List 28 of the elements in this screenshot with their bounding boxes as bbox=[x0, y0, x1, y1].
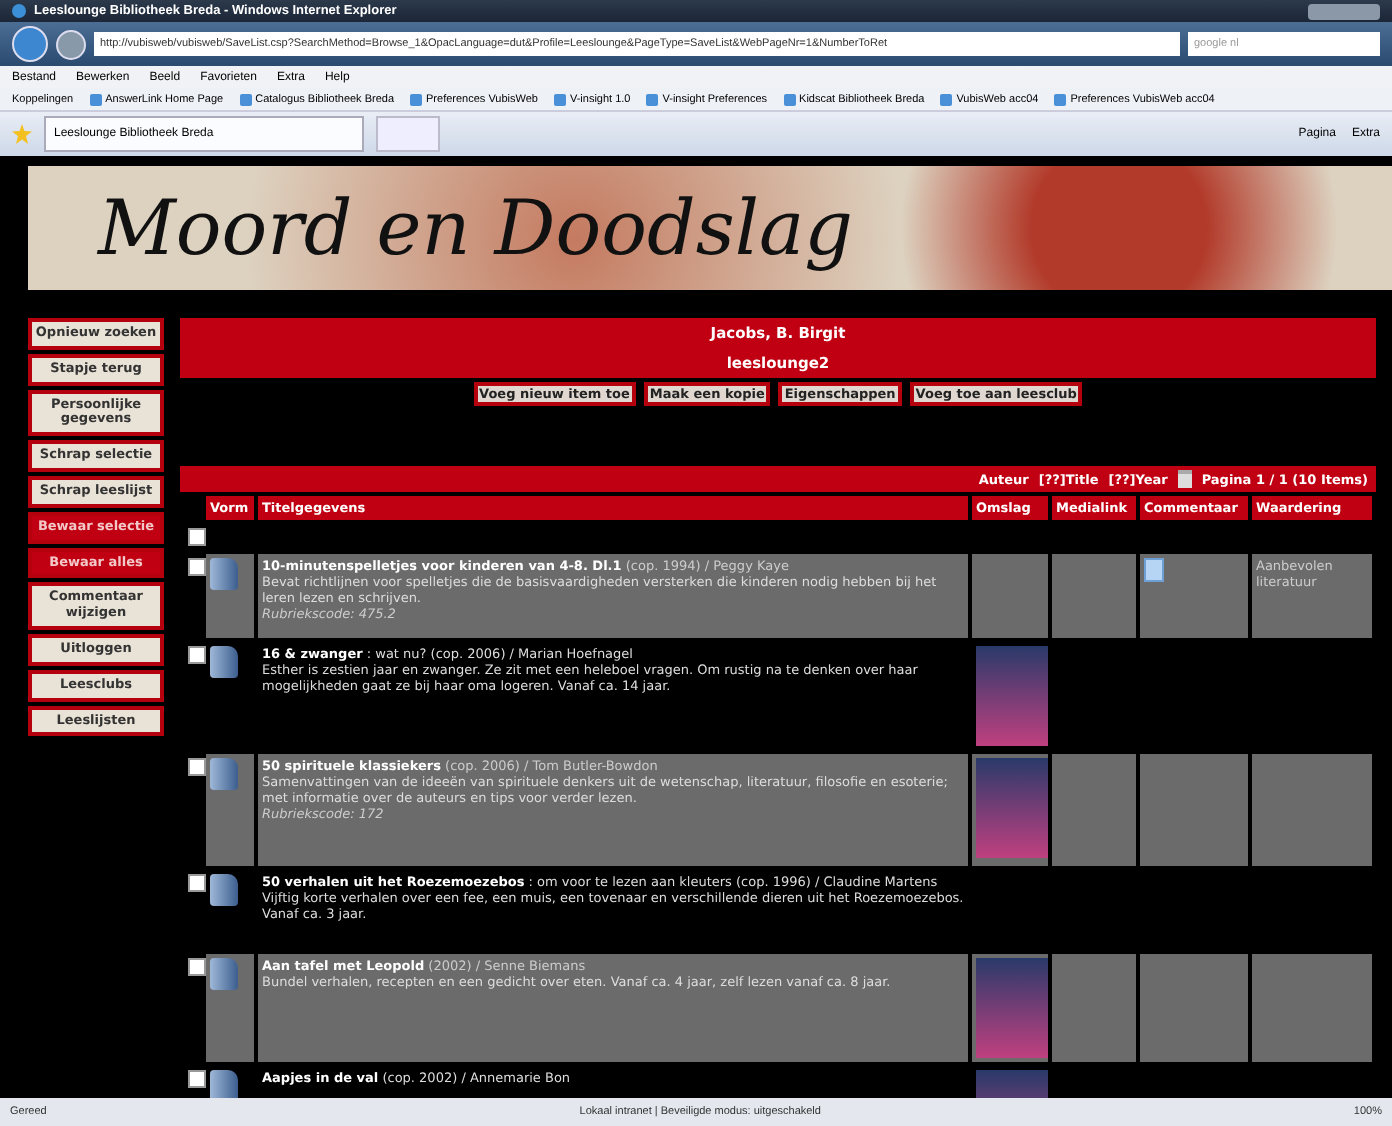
page-icon bbox=[239, 93, 252, 105]
row-checkbox[interactable] bbox=[188, 958, 206, 976]
printer-icon[interactable] bbox=[1177, 470, 1192, 488]
page-icon bbox=[783, 93, 796, 105]
row-checkbox[interactable] bbox=[188, 1070, 206, 1088]
new-tab-button[interactable] bbox=[376, 116, 440, 152]
page-icon bbox=[940, 93, 953, 105]
select-all-checkbox[interactable] bbox=[188, 528, 206, 546]
back-icon[interactable] bbox=[12, 26, 48, 62]
book-icon bbox=[210, 874, 238, 906]
comment-icon[interactable] bbox=[1144, 558, 1164, 582]
page-icon bbox=[410, 93, 423, 105]
book-icon bbox=[210, 646, 238, 678]
book-icon bbox=[210, 758, 238, 790]
banner-title: Moord en Doodslag bbox=[28, 166, 1392, 290]
forward-icon[interactable] bbox=[56, 29, 86, 59]
page-icon bbox=[646, 93, 659, 105]
browser-icon bbox=[12, 4, 26, 18]
book-icon bbox=[210, 958, 238, 990]
row-checkbox[interactable] bbox=[188, 558, 206, 576]
page-icon bbox=[89, 93, 102, 105]
book-icon bbox=[210, 558, 238, 590]
page-icon bbox=[553, 93, 566, 105]
row-checkbox[interactable] bbox=[188, 758, 206, 776]
book-icon bbox=[210, 1070, 238, 1098]
page-icon bbox=[1054, 93, 1067, 105]
row-checkbox[interactable] bbox=[188, 874, 206, 892]
row-checkbox[interactable] bbox=[188, 646, 206, 664]
